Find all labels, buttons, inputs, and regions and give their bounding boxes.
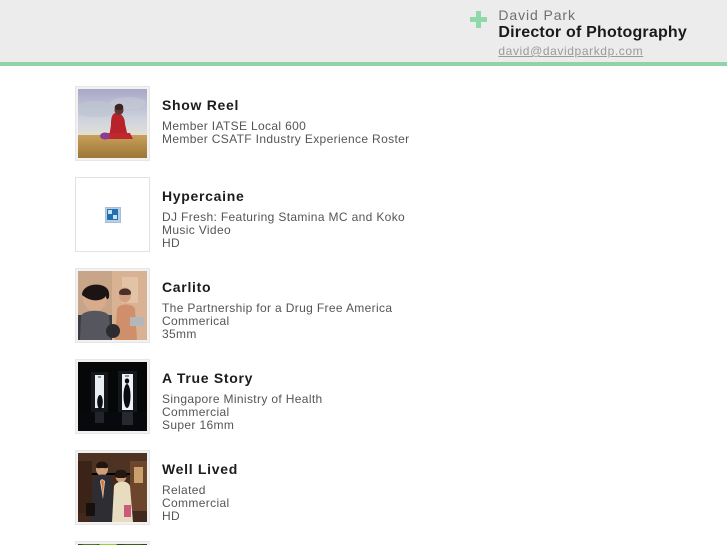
list-item-text: Show Reel Member IATSE Local 600 Member CS…: [150, 86, 410, 146]
list-item-detail: Member CSATF Industry Experience Roster: [162, 132, 410, 146]
portfolio-content: Show Reel Member IATSE Local 600 Member CS…: [0, 66, 727, 545]
list-item[interactable]: Show Reel Member IATSE Local 600 Member CS…: [0, 86, 727, 161]
list-item-title[interactable]: Carlito: [162, 279, 392, 296]
dark-corridor-two-doorways-photo: [78, 362, 147, 431]
list-item-detail: HD: [162, 236, 181, 250]
young-man-kitchen-photo: [78, 271, 147, 340]
thumbnail-link[interactable]: [75, 177, 150, 252]
thumbnail-link[interactable]: [75, 86, 150, 161]
list-item-text: Well Lived Related Commercial HD: [150, 450, 238, 523]
list-item[interactable]: Hypercaine DJ Fresh: Featuring Stamina MC…: [0, 177, 727, 252]
list-item-text: Carlito The Partnership for a Drug Free A…: [150, 268, 392, 341]
list-item[interactable]: Carlito The Partnership for a Drug Free A…: [0, 268, 727, 343]
list-item-title[interactable]: Hypercaine: [162, 188, 405, 205]
thumbnail-link[interactable]: [75, 541, 150, 545]
list-item-title[interactable]: A True Story: [162, 370, 323, 387]
thumbnail-link[interactable]: [75, 268, 150, 343]
owner-email-link[interactable]: david@davidparkdp.com: [498, 44, 643, 59]
list-item-text: Hypercaine DJ Fresh: Featuring Stamina MC…: [150, 177, 405, 250]
plus-icon: [470, 11, 488, 28]
thumbnail-link[interactable]: [75, 450, 150, 525]
broken-image-icon: [104, 206, 121, 223]
list-item[interactable]: A True Story Singapore Ministry of Health…: [0, 359, 727, 434]
owner-name: David Park: [498, 7, 576, 23]
woman-in-red-dress-wheat-field-photo: [78, 89, 147, 158]
site-header: David Park Director of Photography david…: [0, 0, 727, 66]
list-item-detail: Super 16mm: [162, 418, 235, 432]
list-item[interactable]: [0, 541, 727, 545]
broken-image-icon-glyph: [107, 209, 118, 220]
list-item-detail: 35mm: [162, 327, 197, 341]
thumbnail-link[interactable]: [75, 359, 150, 434]
list-item[interactable]: Well Lived Related Commercial HD: [0, 450, 727, 525]
list-item-text: A True Story Singapore Ministry of Health…: [150, 359, 323, 432]
list-item-detail: Music Video: [162, 223, 231, 237]
header-title-block: David Park Director of Photography david…: [498, 7, 687, 60]
list-item-title[interactable]: Well Lived: [162, 461, 238, 478]
portfolio-list: Show Reel Member IATSE Local 600 Member CS…: [0, 66, 727, 545]
couple-walking-hotel-lobby-photo: [78, 453, 147, 522]
owner-role: Director of Photography: [498, 24, 687, 41]
header-identity-block: David Park Director of Photography david…: [470, 7, 687, 60]
list-item-detail: HD: [162, 509, 181, 523]
list-item-title[interactable]: Show Reel: [162, 97, 410, 114]
